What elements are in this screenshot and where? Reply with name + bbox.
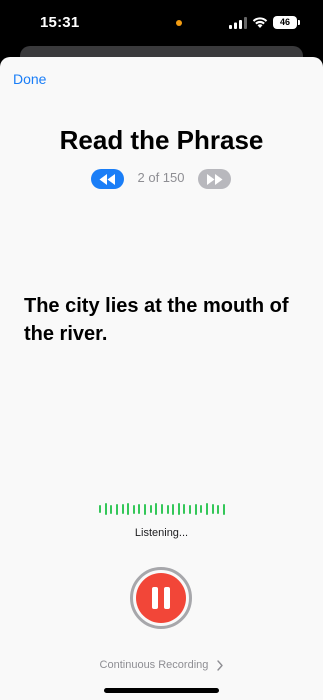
- audio-waveform: [99, 501, 225, 517]
- read-phrase-sheet: Done Read the Phrase 2 of 150 The city l…: [0, 57, 323, 700]
- chevron-right-icon: [217, 659, 224, 671]
- waveform-bar: [132, 504, 135, 514]
- wifi-icon: [252, 17, 268, 28]
- cellular-signal-icon: [229, 17, 247, 29]
- waveform-bar: [104, 503, 107, 515]
- battery-icon: 46: [273, 16, 297, 29]
- waveform-bar: [144, 503, 146, 515]
- waveform-bar: [160, 504, 163, 514]
- page-title: Read the Phrase: [59, 125, 264, 155]
- status-bar: 15:31 46: [0, 0, 323, 46]
- waveform-bar: [183, 504, 186, 514]
- status-time: 15:31: [40, 14, 80, 31]
- waveform-bar: [194, 503, 197, 515]
- waveform-bar: [205, 503, 208, 515]
- home-indicator: [104, 688, 219, 693]
- pause-icon: [136, 573, 186, 623]
- waveform-bar: [121, 504, 124, 514]
- waveform-bar: [222, 503, 225, 515]
- waveform-bar: [138, 504, 141, 514]
- pause-recording-button[interactable]: [130, 567, 192, 629]
- pause-bar: [164, 587, 170, 609]
- waveform-bar: [177, 503, 180, 515]
- rewind-icon: [99, 173, 115, 185]
- continuous-recording-link[interactable]: Continuous Recording: [0, 659, 323, 671]
- phrase-text: The city lies at the mouth of the river.: [24, 295, 289, 345]
- waveform-bar: [189, 504, 191, 514]
- battery-tip: [298, 20, 300, 25]
- waveform-bar: [172, 503, 175, 515]
- continuous-recording-label: Continuous Recording: [99, 659, 209, 671]
- phrase-navigation: 2 of 150: [0, 169, 323, 191]
- privacy-indicator-dot: [176, 20, 182, 26]
- waveform-bar: [166, 504, 169, 514]
- waveform-bar: [155, 503, 158, 515]
- waveform-bar: [217, 504, 220, 514]
- waveform-bar: [115, 503, 118, 515]
- listening-status: Listening...: [134, 527, 189, 539]
- pause-bar: [152, 587, 158, 609]
- fast-forward-icon: [207, 173, 223, 185]
- done-button[interactable]: Done: [13, 71, 46, 87]
- waveform-bar: [127, 503, 130, 515]
- next-phrase-button[interactable]: [198, 169, 231, 189]
- waveform-bar: [99, 505, 101, 513]
- previous-phrase-button[interactable]: [91, 169, 124, 189]
- waveform-bar: [110, 504, 113, 514]
- waveform-bar: [200, 505, 203, 513]
- phrase-counter: 2 of 150: [137, 170, 185, 185]
- waveform-bar: [149, 505, 152, 513]
- waveform-bar: [211, 504, 214, 514]
